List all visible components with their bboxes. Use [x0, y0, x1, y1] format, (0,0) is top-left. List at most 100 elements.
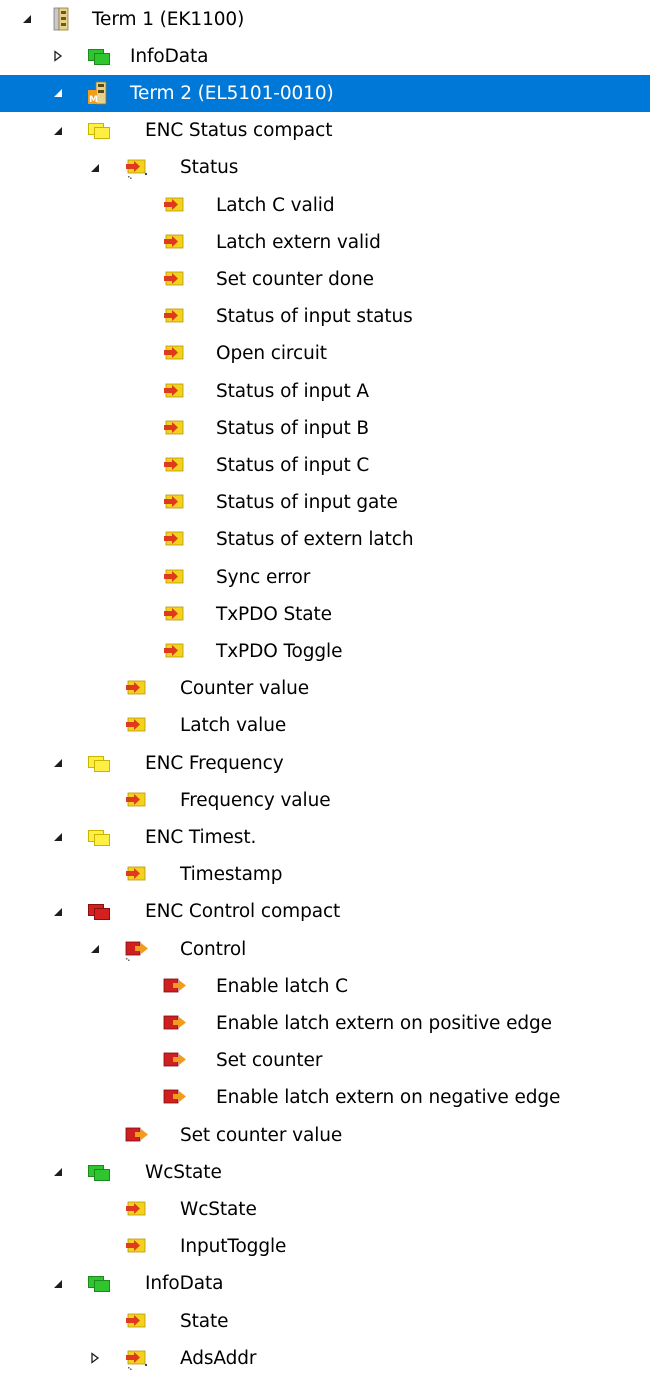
tree-item[interactable]: Enable latch extern on positive edge — [0, 1005, 650, 1042]
expand-arrow-icon[interactable] — [87, 1340, 103, 1377]
tree-item[interactable]: InfoData — [0, 1265, 650, 1302]
tree-item-label: Status of input status — [216, 306, 413, 328]
collapse-arrow-icon[interactable] — [87, 931, 103, 968]
tree-item[interactable]: Status of input C — [0, 447, 650, 484]
tree-item[interactable]: Status of input A — [0, 373, 650, 410]
yellow-folder-icon — [86, 751, 112, 775]
tree-item[interactable]: AdsAddr — [0, 1340, 650, 1377]
tree-item[interactable]: Status of input gate — [0, 484, 650, 521]
expand-arrow-icon[interactable] — [50, 38, 66, 75]
collapse-arrow-icon[interactable] — [50, 819, 66, 856]
tree-item[interactable]: Control — [0, 931, 650, 968]
collapse-arrow-icon[interactable] — [50, 893, 66, 930]
collapse-arrow-icon[interactable] — [50, 745, 66, 782]
tree-item[interactable]: ENC Control compact — [0, 893, 650, 930]
collapse-arrow-icon[interactable] — [19, 1, 35, 38]
tree-item[interactable]: Set counter value — [0, 1117, 650, 1154]
input-var-icon — [162, 416, 188, 440]
tree-item[interactable]: WcState — [0, 1191, 650, 1228]
green-folder-icon — [86, 44, 112, 68]
tree-item-label: Latch C valid — [216, 194, 335, 216]
tree-item-label: Counter value — [180, 678, 310, 700]
tree-item-label: Status of input gate — [216, 492, 398, 514]
tree-item[interactable]: Set counter — [0, 1042, 650, 1079]
tree-item[interactable]: Status of input status — [0, 298, 650, 335]
tree-item-label: WcState — [145, 1161, 222, 1183]
collapse-arrow-icon[interactable] — [50, 1265, 66, 1302]
input-var-icon — [162, 453, 188, 477]
tree-item-label: Status of input C — [216, 454, 370, 476]
output-var-icon — [162, 1085, 188, 1109]
tree-item-label: State — [180, 1310, 229, 1332]
tree-item[interactable]: Set counter done — [0, 261, 650, 298]
tree-item[interactable]: State — [0, 1303, 650, 1340]
tree-item-label: Sync error — [216, 566, 311, 588]
tree-item[interactable]: ENC Frequency — [0, 745, 650, 782]
tree-item[interactable]: Latch extern valid — [0, 224, 650, 261]
tree-item-label: AdsAddr — [180, 1347, 257, 1369]
green-folder-icon — [86, 1271, 112, 1295]
tree-item-label: Latch value — [180, 715, 287, 737]
tree-item[interactable]: TxPDO Toggle — [0, 633, 650, 670]
svg-text:M: M — [89, 95, 98, 105]
input-var-icon — [124, 788, 150, 812]
input-var-icon — [162, 602, 188, 626]
tree-item-label: ENC Timest. — [145, 826, 257, 848]
tree-item[interactable]: ENC Timest. — [0, 819, 650, 856]
io-terminal-icon: M — [86, 81, 112, 105]
tree-item[interactable]: Counter value — [0, 670, 650, 707]
output-var-icon — [124, 1123, 150, 1147]
tree-item[interactable]: Status of input B — [0, 410, 650, 447]
tree-item[interactable]: Open circuit — [0, 335, 650, 372]
solution-tree[interactable]: Term 1 (EK1100) InfoData M Term 2 (EL5101-0… — [0, 0, 650, 1370]
tree-item-label: Status of extern latch — [216, 529, 414, 551]
output-var-icon — [162, 974, 188, 998]
tree-item-label: Enable latch extern on positive edge — [216, 1012, 552, 1034]
tree-item-label: InputToggle — [180, 1236, 287, 1258]
tree-item-label: Status of input B — [216, 417, 370, 439]
tree-item-label: TxPDO State — [216, 603, 332, 625]
tree-item[interactable]: Term 1 (EK1100) — [0, 1, 650, 38]
collapse-arrow-icon[interactable] — [50, 75, 66, 112]
tree-item-label: Timestamp — [180, 864, 283, 886]
yellow-folder-icon — [86, 118, 112, 142]
tree-item[interactable]: WcState — [0, 1154, 650, 1191]
tree-item-label: Status — [180, 157, 239, 179]
input-var-icon — [162, 379, 188, 403]
tree-item-label: ENC Control compact — [145, 901, 341, 923]
tree-item[interactable]: Status — [0, 149, 650, 186]
tree-item-label: WcState — [180, 1198, 257, 1220]
tree-item[interactable]: ENC Status compact — [0, 112, 650, 149]
input-var-icon — [124, 862, 150, 886]
input-var-icon — [124, 1309, 150, 1333]
tree-item[interactable]: InputToggle — [0, 1228, 650, 1265]
input-var-icon — [162, 639, 188, 663]
coupler-terminal-icon — [49, 7, 75, 31]
tree-item[interactable]: Enable latch extern on negative edge — [0, 1079, 650, 1116]
tree-item[interactable]: Frequency value — [0, 782, 650, 819]
tree-item[interactable]: M Term 2 (EL5101-0010) — [0, 74, 650, 112]
tree-item[interactable]: Timestamp — [0, 856, 650, 893]
tree-item[interactable]: Status of extern latch — [0, 521, 650, 558]
tree-item[interactable]: Enable latch C — [0, 968, 650, 1005]
input-var-icon — [162, 565, 188, 589]
input-struct-icon — [124, 155, 150, 180]
input-var-icon — [162, 490, 188, 514]
input-var-icon — [162, 527, 188, 551]
tree-item-label: Set counter done — [216, 268, 374, 290]
tree-item[interactable]: Latch C valid — [0, 187, 650, 224]
tree-item-label: TxPDO Toggle — [216, 640, 343, 662]
tree-item[interactable]: InfoData — [0, 38, 650, 75]
collapse-arrow-icon[interactable] — [50, 112, 66, 149]
tree-item[interactable]: TxPDO State — [0, 596, 650, 633]
collapse-arrow-icon[interactable] — [50, 1154, 66, 1191]
output-var-icon — [162, 1011, 188, 1035]
tree-item[interactable]: Sync error — [0, 559, 650, 596]
tree-item-label: ENC Status compact — [145, 120, 333, 142]
tree-item-label: Enable latch extern on negative edge — [216, 1087, 561, 1109]
collapse-arrow-icon[interactable] — [87, 149, 103, 186]
tree-item-label: InfoData — [130, 45, 209, 67]
input-var-icon — [162, 193, 188, 217]
tree-item[interactable]: Latch value — [0, 707, 650, 744]
tree-item-label: Set counter value — [180, 1124, 343, 1146]
